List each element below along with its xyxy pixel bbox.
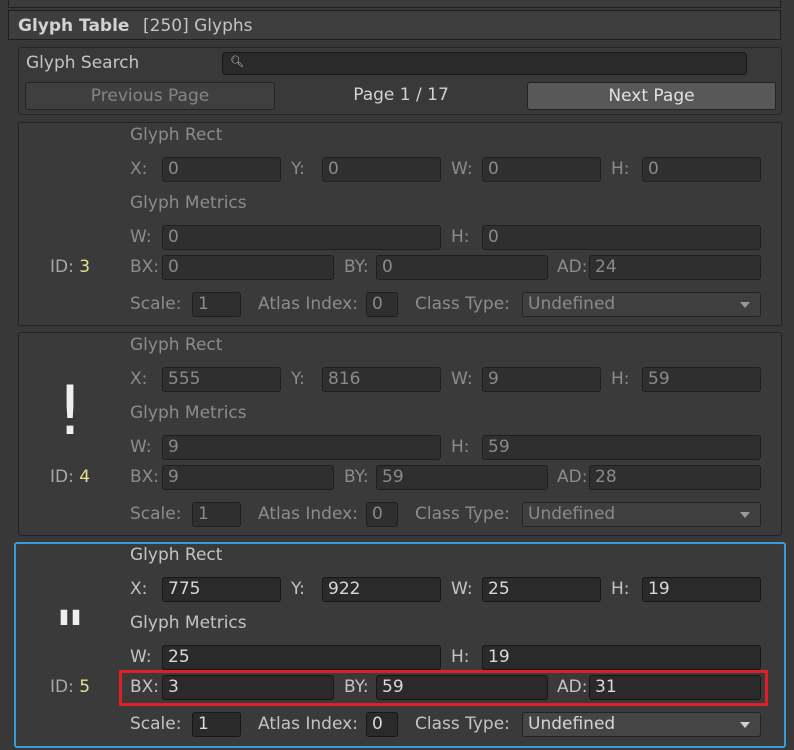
chevron-down-icon (740, 722, 750, 728)
scale-label: Scale: (130, 294, 182, 314)
metrics-w-field[interactable]: 9 (162, 435, 441, 460)
glyph-rect-title: Glyph Rect (130, 125, 223, 145)
metrics-h-field[interactable]: 0 (482, 225, 761, 250)
previous-page-button[interactable]: Previous Page (25, 82, 275, 110)
metrics-by-field[interactable]: 59 (376, 465, 548, 490)
glyph-rect-title: Glyph Rect (130, 545, 223, 565)
glyph-search-input[interactable] (222, 52, 747, 75)
metrics-bx-label: BX: (130, 257, 160, 277)
metrics-h-label: H: (451, 647, 470, 667)
rect-y-label: Y: (291, 159, 305, 179)
metrics-w-field[interactable]: 0 (162, 225, 441, 250)
class-type-label: Class Type: (415, 504, 510, 524)
rect-x-field[interactable]: 0 (162, 157, 281, 182)
rect-h-field[interactable]: 0 (642, 157, 761, 182)
class-type-value: Undefined (528, 714, 616, 734)
class-type-dropdown[interactable]: Undefined (522, 292, 761, 317)
glyph-id: ID: 4 (50, 467, 90, 487)
class-type-label: Class Type: (415, 294, 510, 314)
top-strip (8, 0, 781, 8)
metrics-h-field[interactable]: 59 (482, 435, 761, 460)
glyph-id-value: 4 (79, 467, 91, 487)
scale-field[interactable]: 1 (192, 292, 241, 317)
rect-h-label: H: (611, 159, 630, 179)
next-page-button[interactable]: Next Page (527, 82, 776, 110)
glyph-table-title: Glyph Table (18, 16, 130, 36)
metrics-ad-field[interactable]: 28 (589, 465, 761, 490)
id-label: ID: (50, 677, 74, 697)
glyph-rect-title: Glyph Rect (130, 335, 223, 355)
rect-x-label: X: (130, 579, 148, 599)
class-type-value: Undefined (528, 504, 616, 524)
id-label: ID: (50, 257, 74, 277)
metrics-h-label: H: (451, 227, 470, 247)
glyph-id-value: 5 (79, 677, 91, 697)
rect-w-field[interactable]: 0 (482, 157, 601, 182)
rect-h-field[interactable]: 19 (642, 577, 761, 602)
metrics-w-label: W: (130, 437, 152, 457)
class-type-dropdown[interactable]: Undefined (522, 712, 761, 737)
chevron-down-icon (740, 302, 750, 308)
class-type-dropdown[interactable]: Undefined (522, 502, 761, 527)
highlight-box (119, 670, 768, 706)
metrics-bx-field[interactable]: 9 (162, 465, 334, 490)
rect-h-field[interactable]: 59 (642, 367, 761, 392)
chevron-down-icon (740, 512, 750, 518)
glyph-preview: " (55, 600, 85, 665)
rect-w-label: W: (451, 579, 473, 599)
atlas-index-field[interactable]: 0 (366, 292, 398, 317)
rect-h-label: H: (611, 369, 630, 389)
metrics-bx-label: BX: (130, 467, 160, 487)
rect-w-field[interactable]: 9 (482, 367, 601, 392)
search-icon: 🔍︎ (230, 55, 244, 68)
atlas-index-field[interactable]: 0 (366, 712, 398, 737)
metrics-ad-label: AD: (557, 467, 588, 487)
rect-x-field[interactable]: 555 (162, 367, 281, 392)
glyph-id-value: 3 (79, 257, 91, 277)
rect-y-label: Y: (291, 579, 305, 599)
rect-h-label: H: (611, 579, 630, 599)
rect-x-label: X: (130, 159, 148, 179)
glyph-preview: ! (56, 372, 84, 451)
rect-w-field[interactable]: 25 (482, 577, 601, 602)
atlas-index-label: Atlas Index: (258, 504, 358, 524)
glyph-metrics-title: Glyph Metrics (130, 193, 247, 213)
atlas-index-field[interactable]: 0 (366, 502, 398, 527)
metrics-by-field[interactable]: 0 (376, 255, 548, 280)
metrics-w-label: W: (130, 227, 152, 247)
metrics-w-label: W: (130, 647, 152, 667)
metrics-h-field[interactable]: 19 (482, 645, 761, 670)
metrics-ad-field[interactable]: 24 (589, 255, 761, 280)
atlas-index-label: Atlas Index: (258, 714, 358, 734)
rect-y-field[interactable]: 816 (322, 367, 441, 392)
class-type-label: Class Type: (415, 714, 510, 734)
rect-y-field[interactable]: 922 (322, 577, 441, 602)
metrics-w-field[interactable]: 25 (162, 645, 441, 670)
scale-label: Scale: (130, 714, 182, 734)
rect-w-label: W: (451, 369, 473, 389)
metrics-ad-label: AD: (557, 257, 588, 277)
rect-w-label: W: (451, 159, 473, 179)
page-indicator: Page 1 / 17 (353, 85, 449, 105)
glyph-metrics-title: Glyph Metrics (130, 613, 247, 633)
rect-x-field[interactable]: 775 (162, 577, 281, 602)
scale-field[interactable]: 1 (192, 502, 241, 527)
metrics-by-label: BY: (344, 257, 369, 277)
glyph-id: ID: 3 (50, 257, 90, 277)
glyph-metrics-title: Glyph Metrics (130, 403, 247, 423)
id-label: ID: (50, 467, 74, 487)
class-type-value: Undefined (528, 294, 616, 314)
rect-y-label: Y: (291, 369, 305, 389)
glyph-search-label: Glyph Search (26, 53, 140, 73)
metrics-h-label: H: (451, 437, 470, 457)
rect-x-label: X: (130, 369, 148, 389)
glyph-id: ID: 5 (50, 677, 90, 697)
rect-y-field[interactable]: 0 (322, 157, 441, 182)
metrics-by-label: BY: (344, 467, 369, 487)
scale-field[interactable]: 1 (192, 712, 241, 737)
scale-label: Scale: (130, 504, 182, 524)
metrics-bx-field[interactable]: 0 (162, 255, 334, 280)
atlas-index-label: Atlas Index: (258, 294, 358, 314)
glyph-count: [250] Glyphs (143, 16, 253, 36)
